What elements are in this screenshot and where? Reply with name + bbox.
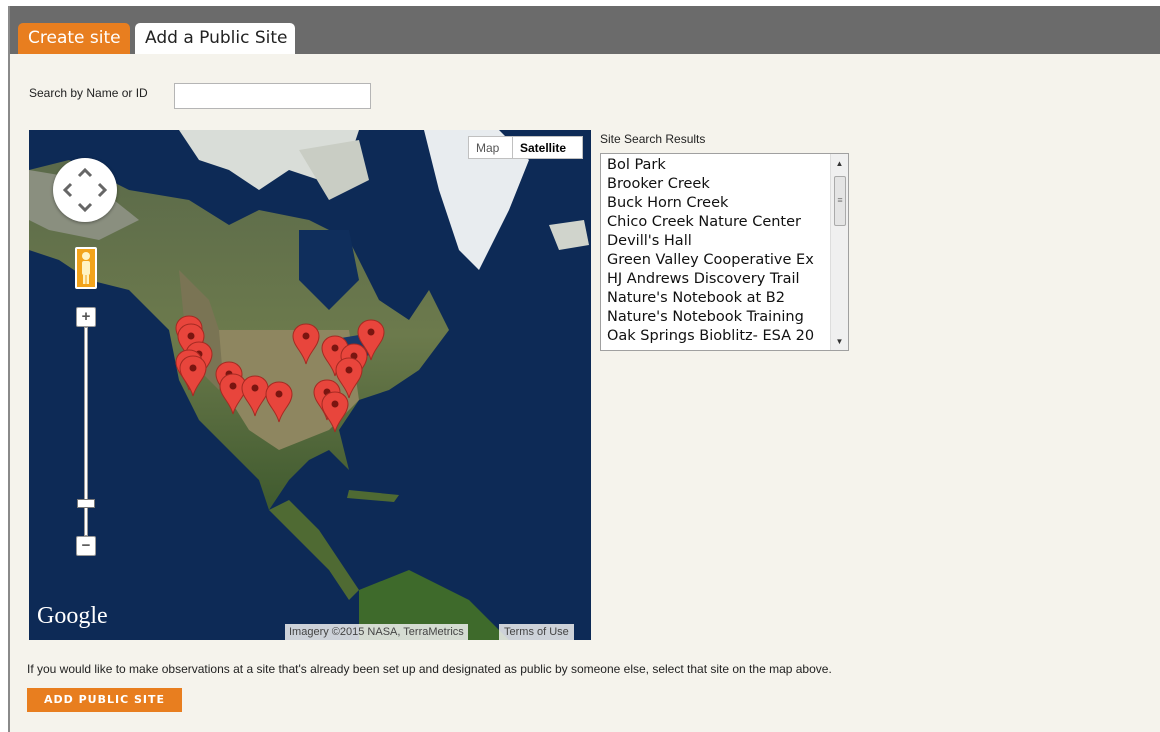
list-item[interactable]: Buck Horn Creek (607, 194, 827, 213)
terms-of-use-link[interactable]: Terms of Use (499, 624, 574, 640)
add-public-site-button[interactable]: ADD PUBLIC SITE (27, 688, 182, 712)
site-marker[interactable] (321, 391, 349, 433)
list-item[interactable]: Oak Springs Bioblitz- ESA 20 (607, 327, 827, 346)
results-label: Site Search Results (600, 132, 706, 146)
scroll-down-arrow-icon[interactable]: ▼ (831, 334, 848, 350)
site-marker[interactable] (265, 381, 293, 423)
site-marker[interactable] (179, 355, 207, 397)
page-frame: Create site Add a Public Site Search by … (8, 6, 1160, 732)
site-marker[interactable] (292, 323, 320, 365)
results-scrollbar[interactable]: ▲ ≡ ▼ (830, 154, 848, 350)
list-item[interactable]: Green Valley Cooperative Ex (607, 251, 827, 270)
site-marker[interactable] (241, 375, 269, 417)
list-item[interactable]: Devill's Hall (607, 232, 827, 251)
list-item[interactable]: Nature's Notebook at B2 (607, 289, 827, 308)
scrollbar-thumb[interactable]: ≡ (834, 176, 846, 226)
site-marker[interactable] (219, 373, 247, 415)
map-view[interactable]: Map Satellite + − Google Imagery ©2015 N… (29, 130, 591, 640)
tab-bar: Create site Add a Public Site (10, 6, 1160, 54)
search-label: Search by Name or ID (29, 86, 148, 100)
tab-create-site[interactable]: Create site (18, 23, 130, 54)
list-item[interactable]: Bol Park (607, 156, 827, 175)
site-markers (175, 315, 385, 433)
list-item[interactable]: Chico Creek Nature Center (607, 213, 827, 232)
tab-add-public-site[interactable]: Add a Public Site (135, 23, 295, 54)
list-item[interactable]: Nature's Notebook Training (607, 308, 827, 327)
list-item[interactable]: HJ Andrews Discovery Trail (607, 270, 827, 289)
site-results-listbox[interactable]: Bol Park Brooker Creek Buck Horn Creek C… (600, 153, 849, 351)
results-list: Bol Park Brooker Creek Buck Horn Creek C… (607, 156, 827, 346)
google-logo: Google (37, 603, 108, 629)
instructions-text: If you would like to make observations a… (27, 662, 832, 676)
map-attribution: Imagery ©2015 NASA, TerraMetrics (285, 624, 468, 640)
search-input[interactable] (174, 83, 371, 109)
list-item[interactable]: Brooker Creek (607, 175, 827, 194)
scroll-up-arrow-icon[interactable]: ▲ (831, 156, 848, 172)
